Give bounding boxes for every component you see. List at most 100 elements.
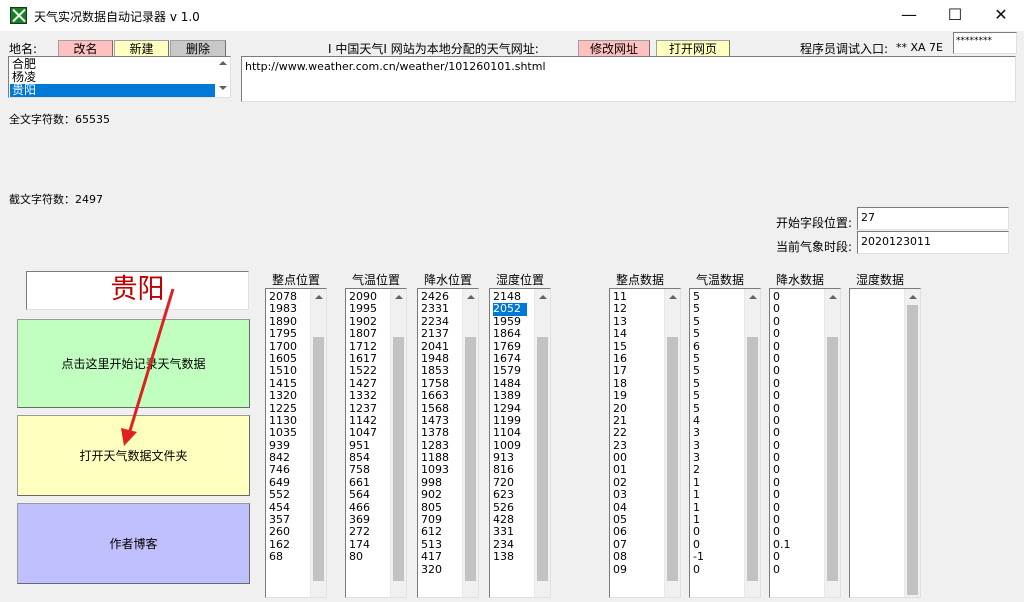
list-item[interactable]: 0 xyxy=(773,464,791,477)
list-item[interactable]: 5 xyxy=(693,302,704,315)
scroll-up-icon[interactable] xyxy=(467,295,475,299)
minimize-button[interactable]: — xyxy=(886,0,932,31)
list-item[interactable]: 1332 xyxy=(349,389,377,402)
list-item[interactable]: 331 xyxy=(493,526,527,539)
list-item[interactable]: 08 xyxy=(613,550,627,563)
list-scrollbar[interactable] xyxy=(462,289,478,597)
list-item[interactable]: 1378 xyxy=(421,426,449,439)
list-scrollbar[interactable] xyxy=(824,289,840,597)
city-list-scrollbar[interactable] xyxy=(215,57,230,97)
delete-city-button[interactable]: 删除 xyxy=(170,40,226,57)
url-input[interactable]: http://www.weather.com.cn/weather/101260… xyxy=(241,56,1016,102)
list-item[interactable]: 260 xyxy=(269,526,297,539)
current-period-input[interactable]: 2020123011 xyxy=(857,231,1009,254)
scroll-up-icon[interactable] xyxy=(219,61,227,65)
scroll-up-icon[interactable] xyxy=(829,295,837,299)
list-item[interactable]: 5 xyxy=(693,327,704,340)
start-record-button[interactable]: 点击这里开始记录天气数据 xyxy=(17,319,250,408)
scroll-up-icon[interactable] xyxy=(395,295,403,299)
list-item[interactable]: 0 xyxy=(773,302,791,315)
author-blog-button[interactable]: 作者博客 xyxy=(17,503,250,584)
list-item[interactable]: 758 xyxy=(349,464,377,477)
list-item[interactable]: 06 xyxy=(613,526,627,539)
scroll-thumb[interactable] xyxy=(393,337,404,581)
list-item[interactable]: 0 xyxy=(773,426,791,439)
list-item[interactable]: 320 xyxy=(421,563,449,576)
list-item[interactable]: 09 xyxy=(613,563,627,576)
scroll-thumb[interactable] xyxy=(465,337,476,581)
list-item[interactable]: 1047 xyxy=(349,426,377,439)
maximize-button[interactable]: ☐ xyxy=(932,0,978,31)
city-list-item[interactable]: 合肥 xyxy=(10,58,215,71)
scroll-thumb[interactable] xyxy=(667,337,678,581)
list-item[interactable]: 0 xyxy=(773,389,791,402)
list-item[interactable]: 272 xyxy=(349,526,377,539)
city-list-item[interactable]: 杨凌 xyxy=(10,71,215,84)
city-list[interactable]: 合肥 杨凌 贵阳 xyxy=(8,56,231,98)
data-list[interactable] xyxy=(849,288,921,598)
data-list[interactable]: 2078 1983 1890 1795 1700 1605 1510 1415 1320 1225… xyxy=(265,288,327,598)
close-button[interactable]: ✕ xyxy=(978,0,1024,31)
list-item[interactable]: 0 xyxy=(773,364,791,377)
data-list[interactable]: 2090 1995 1902 1807 1712 1617 1522 1427 1332 1237… xyxy=(345,288,407,598)
list-item[interactable]: 1510 xyxy=(269,364,297,377)
list-item[interactable]: 1104 xyxy=(493,426,527,439)
list-item[interactable]: 1035 xyxy=(269,426,297,439)
list-item[interactable]: 1795 xyxy=(269,327,297,340)
list-item[interactable]: 1807 xyxy=(349,327,377,340)
list-item[interactable]: 623 xyxy=(493,488,527,501)
list-item[interactable]: 12 xyxy=(613,302,627,315)
list-scrollbar[interactable] xyxy=(744,289,760,597)
list-scrollbar[interactable] xyxy=(664,289,680,597)
list-item[interactable]: 80 xyxy=(349,550,377,563)
list-item[interactable]: 2052 xyxy=(493,302,527,316)
list-item[interactable]: 1389 xyxy=(493,389,527,402)
list-scrollbar[interactable] xyxy=(534,289,550,597)
list-scrollbar[interactable] xyxy=(390,289,406,597)
list-item[interactable]: 3 xyxy=(693,426,704,439)
list-item[interactable]: 03 xyxy=(613,488,627,501)
data-list[interactable]: 2426 2331 2234 2137 2041 1948 1853 1758 1663 1568… xyxy=(417,288,479,598)
list-item[interactable]: 746 xyxy=(269,464,297,477)
list-item[interactable]: 1320 xyxy=(269,389,297,402)
list-item[interactable]: 0 xyxy=(773,550,791,563)
scroll-down-icon[interactable] xyxy=(219,86,227,90)
debug-input[interactable]: ******** xyxy=(953,32,1017,54)
list-item[interactable]: 417 xyxy=(421,550,449,563)
list-item[interactable]: 1864 xyxy=(493,327,527,340)
list-item[interactable]: 2137 xyxy=(421,327,449,340)
list-item[interactable]: 0 xyxy=(693,526,704,539)
scroll-thumb[interactable] xyxy=(907,305,918,595)
scroll-up-icon[interactable] xyxy=(539,295,547,299)
list-item[interactable]: 564 xyxy=(349,488,377,501)
list-item[interactable]: 1853 xyxy=(421,364,449,377)
list-item[interactable]: 0 xyxy=(773,327,791,340)
start-pos-input[interactable]: 27 xyxy=(857,207,1009,230)
scroll-thumb[interactable] xyxy=(747,337,758,581)
rename-button[interactable]: 改名 xyxy=(58,40,113,57)
data-list[interactable]: 0 0 0 0 0 0 0 0 0 0 0 0 0 0 0 0 0 0 0 0 0.1 0 0 xyxy=(769,288,841,598)
list-item[interactable]: 1983 xyxy=(269,302,297,315)
list-item[interactable]: 17 xyxy=(613,364,627,377)
list-item[interactable]: 902 xyxy=(421,488,449,501)
scroll-up-icon[interactable] xyxy=(315,295,323,299)
scroll-thumb[interactable] xyxy=(537,337,548,581)
scroll-thumb[interactable] xyxy=(313,337,324,581)
list-item[interactable]: 1093 xyxy=(421,464,449,477)
list-item[interactable]: 138 xyxy=(493,550,527,563)
list-item[interactable]: 19 xyxy=(613,389,627,402)
list-item[interactable]: 0 xyxy=(693,563,704,576)
list-item[interactable]: 14 xyxy=(613,327,627,340)
open-page-button[interactable]: 打开网页 xyxy=(656,40,730,57)
list-item[interactable]: 2331 xyxy=(421,302,449,315)
list-item[interactable]: -1 xyxy=(693,550,704,563)
list-item[interactable]: 2 xyxy=(693,464,704,477)
list-item[interactable]: 0 xyxy=(773,488,791,501)
list-item[interactable]: 5 xyxy=(693,389,704,402)
list-scrollbar[interactable] xyxy=(904,289,920,597)
scroll-thumb[interactable] xyxy=(827,337,838,581)
list-item[interactable]: 22 xyxy=(613,426,627,439)
list-item[interactable]: 816 xyxy=(493,464,527,477)
list-item[interactable]: 1 xyxy=(693,488,704,501)
list-item[interactable]: 5 xyxy=(693,364,704,377)
